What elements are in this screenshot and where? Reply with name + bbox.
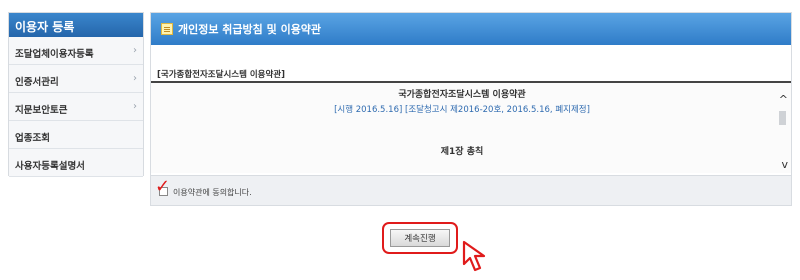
sidebar-item-label: 사용자등록설명서 (15, 161, 85, 172)
terms-title: 국가종합전자조달시스템 이용약관 (398, 90, 526, 100)
panel-header: 개인정보 취급방침 및 이용약관 (151, 13, 791, 45)
agree-row: ✓ 이용약관에 동의합니다. (151, 175, 791, 205)
scroll-down-icon[interactable]: v (781, 158, 788, 171)
scroll-thumb[interactable] (779, 111, 786, 125)
page-title: 개인정보 취급방침 및 이용약관 (178, 23, 322, 36)
sidebar-item-label: 조달업체이용자등록 (15, 49, 94, 60)
memo-icon (161, 23, 173, 35)
chevron-right-icon: › (133, 45, 137, 56)
sidebar: 이용자 등록 조달업체이용자등록 › 인증서관리 › 지문보안토큰 › 업종조회… (8, 12, 144, 177)
chevron-right-icon: › (133, 101, 137, 112)
sidebar-item-label: 지문보안토큰 (15, 105, 68, 116)
scroll-up-icon[interactable]: ^ (779, 93, 788, 106)
sidebar-item-fingerprint-token[interactable]: 지문보안토큰 › (9, 93, 143, 121)
terms-panel: 개인정보 취급방침 및 이용약관 [국가종합전자조달시스템 이용약관] 국가종합… (150, 12, 792, 206)
sidebar-item-certificate-management[interactable]: 인증서관리 › (9, 65, 143, 93)
sidebar-item-label: 인증서관리 (15, 77, 59, 88)
terms-textarea[interactable]: 국가종합전자조달시스템 이용약관 [시행 2016.5.16] [조달청고시 제… (151, 81, 791, 173)
chevron-right-icon: › (133, 73, 137, 84)
scrollbar[interactable]: ^ v (773, 91, 791, 171)
checkmark-icon: ✓ (155, 176, 171, 197)
agree-label: 이용약관에 동의합니다. (173, 188, 252, 197)
sidebar-item-user-guide[interactable]: 사용자등록설명서 (9, 149, 143, 177)
mouse-pointer-icon (462, 240, 486, 272)
terms-chapter-heading: 제1장 총칙 (440, 147, 484, 157)
sidebar-title: 이용자 등록 (9, 13, 143, 37)
sidebar-item-industry-search[interactable]: 업종조회 (9, 121, 143, 149)
sidebar-item-label: 업종조회 (15, 133, 50, 144)
continue-highlight: 계속진행 (382, 222, 458, 254)
sidebar-item-supplier-registration[interactable]: 조달업체이용자등록 › (9, 37, 143, 65)
continue-button[interactable]: 계속진행 (390, 229, 450, 247)
terms-subtitle: [시행 2016.5.16] [조달청고시 제2016-20호, 2016.5.… (334, 105, 590, 115)
section-title: [국가종합전자조달시스템 이용약관] (157, 70, 286, 80)
